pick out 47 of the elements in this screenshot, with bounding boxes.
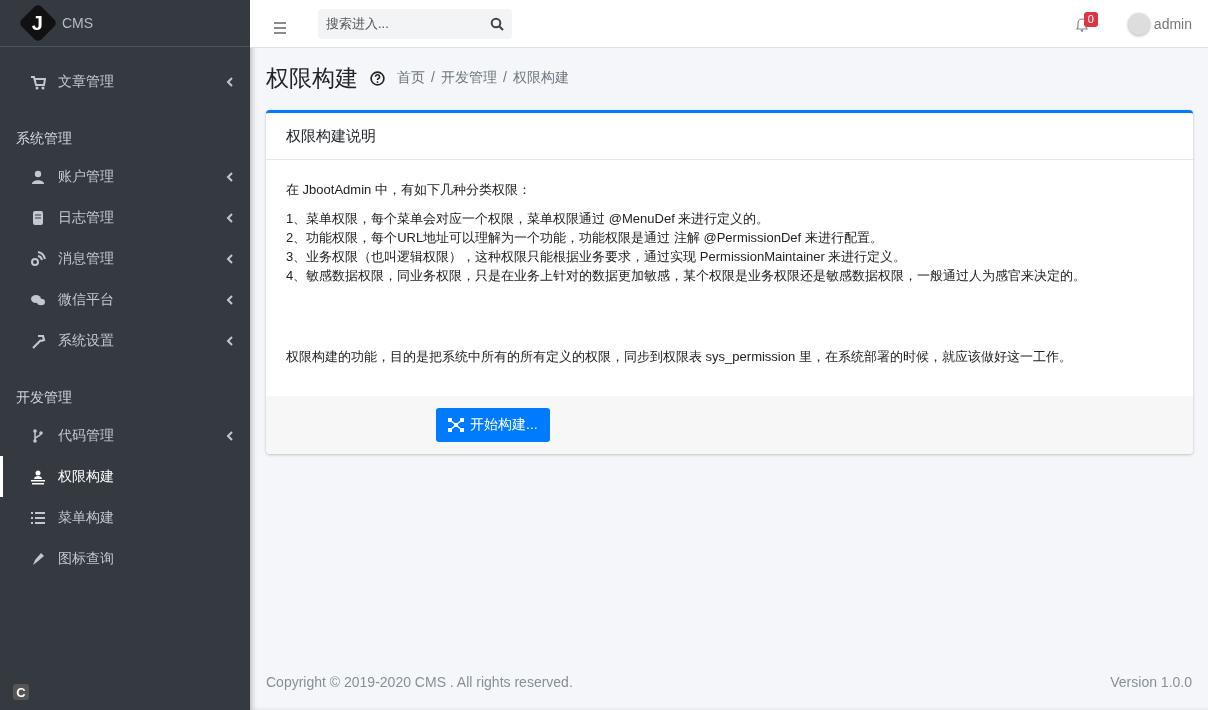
corner-badge[interactable]: C [13, 684, 29, 700]
person-desk-icon [30, 468, 46, 485]
list-line: 4、敏感数据权限，同业务权限，只是在业务上针对的数据更加敏感，某个权限是业务权限还是敏感数据权限，一般通过人为感官来决定的。 [286, 267, 1088, 285]
search-icon[interactable] [490, 16, 504, 31]
copyright-text: Copyright © 2019-2020 CMS . All rights reserved. [266, 674, 573, 690]
list-icon [30, 509, 46, 526]
cart-icon [30, 73, 46, 90]
brand-name: CMS [62, 15, 94, 31]
sidebar-item[interactable]: 日志管理 [0, 197, 250, 238]
breadcrumb-item[interactable]: 首页 [397, 69, 425, 87]
sidebar-item[interactable]: 代码管理 [0, 415, 250, 456]
page-title: 权限构建 [266, 63, 358, 93]
breadcrumb-separator: / [431, 69, 435, 87]
sidebar-item[interactable]: 图标查询 [0, 538, 250, 579]
list-line: 1、菜单权限，每个菜单会对应一个权限，菜单权限通过 @MenuDef 来进行定义的。 [286, 210, 771, 228]
sidebar-item[interactable]: 文章管理 [0, 61, 250, 102]
breadcrumb-item: 权限构建 [512, 69, 569, 87]
search-field[interactable]: 搜索进入... [318, 8, 512, 39]
notification-count: 0 [1083, 11, 1098, 27]
breadcrumb-item[interactable]: 开发管理 [440, 69, 497, 87]
user-name[interactable]: admin [1153, 15, 1192, 32]
list-line: 2、功能权限，每个URL地址可以理解为一个功能，功能权限是通过 注解 @PermissionDef 来进行配置。 [286, 229, 884, 247]
section-header: 系统管理 [15, 129, 73, 148]
nodes-icon [448, 418, 464, 432]
branch-icon [30, 427, 46, 444]
breadcrumb-separator: / [502, 69, 507, 87]
sidebar-item[interactable]: 账户管理 [0, 156, 250, 197]
section-header: 开发管理 [15, 388, 73, 407]
book-icon [30, 209, 46, 226]
pen-icon [30, 550, 46, 567]
version-text: Version 1.0.0 [1110, 674, 1192, 690]
user-icon [30, 168, 46, 185]
sidebar-item[interactable]: 微信平台 [0, 279, 250, 320]
paragraph: 在 JbootAdmin 中，有如下几种分类权限： [286, 181, 532, 199]
sidebar-item[interactable]: 菜单构建 [0, 497, 250, 538]
build-button[interactable]: 开始构建... [436, 408, 550, 442]
bell-icon[interactable] [1075, 17, 1088, 32]
sidebar-item[interactable]: 消息管理 [0, 238, 250, 279]
menu-icon[interactable] [272, 19, 288, 36]
signal-icon [30, 250, 46, 267]
sidebar-item[interactable]: 权限构建 [0, 456, 250, 497]
logo: J [18, 3, 58, 43]
card-title: 权限构建说明 [266, 113, 1193, 160]
sidebar-item[interactable]: 系统设置 [0, 320, 250, 361]
help-icon[interactable] [370, 70, 385, 86]
list-line: 3、业务权限（也叫逻辑权限），这种权限只能根据业务要求，通过实现 PermissionMaintainer 来进行定义。 [286, 248, 908, 266]
paragraph: 权限构建的功能，目的是把系统中所有的所有定义的权限，同步到权限表 sys_permission 里，在系统部署的时候，就应该做好这一工作。 [286, 348, 1073, 366]
